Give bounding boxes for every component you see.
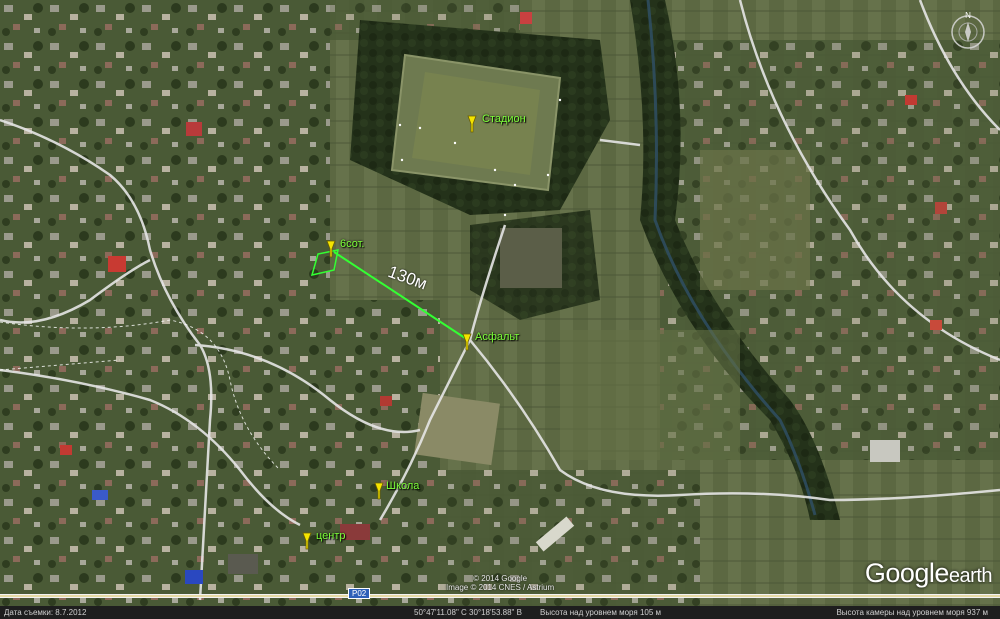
placemark-plot[interactable]: 6сот.	[340, 238, 365, 250]
copyright: © 2014 Google Image © 2014 CNES / Astriu…	[446, 574, 554, 592]
terrain-imagery	[0, 0, 1000, 619]
road-badge: P02	[348, 588, 371, 599]
pushpin-icon[interactable]	[300, 532, 314, 550]
imagery-date: Дата съемки: 8.7.2012	[4, 608, 87, 617]
google-earth-logo: Googleearth	[864, 558, 993, 589]
placemark-school[interactable]: Школа	[386, 480, 419, 492]
eye-altitude: Высота камеры над уровнем моря 937 м	[836, 608, 988, 617]
satellite-map[interactable]: Стадион 6сот. Асфальт Школа центр 130м P…	[0, 0, 1000, 619]
copyright-line: © 2014 Google	[473, 574, 528, 583]
compass-icon[interactable]: N	[948, 6, 988, 54]
copyright-line: Image © 2014 CNES / Astrium	[446, 583, 555, 592]
compass-north: N	[965, 11, 971, 20]
pushpin-icon[interactable]	[372, 482, 386, 500]
pushpin-icon[interactable]	[324, 240, 338, 258]
placemark-stadium[interactable]: Стадион	[482, 113, 526, 125]
logo-earth: earth	[948, 565, 993, 587]
coordinates: 50°47'11.08" С 30°18'53.88" В	[414, 608, 522, 617]
pushpin-icon[interactable]	[465, 115, 479, 133]
status-bar: Дата съемки: 8.7.2012 50°47'11.08" С 30°…	[0, 606, 1000, 619]
logo-google: Google	[864, 558, 950, 588]
placemark-asphalt[interactable]: Асфальт	[475, 331, 519, 343]
pushpin-icon[interactable]	[460, 333, 474, 351]
ground-elevation: Высота над уровнем моря 105 м	[540, 608, 662, 617]
placemark-center[interactable]: центр	[316, 530, 346, 542]
